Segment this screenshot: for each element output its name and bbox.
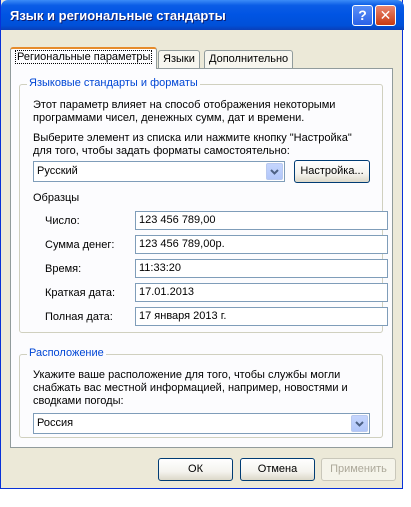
ok-button[interactable]: ОК [158, 458, 233, 481]
sample-value: 123 456 789,00 [135, 211, 388, 230]
customize-button[interactable]: Настройка... [294, 160, 370, 183]
chevron-down-icon[interactable] [351, 415, 368, 432]
sample-label: Время: [45, 263, 82, 275]
window-title: Язык и региональные стандарты [10, 8, 226, 23]
formats-description-line1: Этот параметр влияет на способ отображен… [33, 99, 336, 111]
sample-label: Краткая дата: [45, 287, 116, 299]
formats-instruction-line1: Выберите элемент из списка или нажмите к… [33, 132, 352, 144]
locale-select-value: Русский [37, 165, 78, 177]
cancel-button[interactable]: Отмена [240, 458, 315, 481]
samples-heading: Образцы [33, 192, 80, 204]
location-select[interactable]: Россия [33, 413, 370, 434]
sample-label: Число: [45, 215, 80, 227]
tab-languages[interactable]: Языки [158, 50, 200, 68]
location-select-value: Россия [37, 417, 74, 429]
tab-panel: Языковые стандарты и форматы Этот параме… [10, 68, 393, 448]
sample-label: Полная дата: [45, 311, 113, 323]
help-icon: ? [358, 7, 367, 23]
tab-label: Региональные параметры [15, 50, 153, 64]
tab-label: Дополнительно [209, 53, 289, 65]
tab-regional-options[interactable]: Региональные параметры [10, 47, 158, 69]
chevron-down-icon[interactable] [266, 163, 283, 180]
sample-value: 17 января 2013 г. [135, 307, 388, 326]
close-icon: ✕ [379, 7, 392, 23]
close-button[interactable]: ✕ [375, 5, 396, 26]
location-description-line3: сводками погоды: [33, 395, 124, 407]
title-bar[interactable]: Язык и региональные стандарты ? ✕ [1, 0, 404, 30]
help-button[interactable]: ? [352, 5, 373, 26]
formats-group-legend: Языковые стандарты и форматы [27, 77, 200, 89]
tab-strip: Региональные параметры Языки Дополнитель… [1, 30, 404, 69]
sample-value: 123 456 789,00р. [135, 235, 388, 254]
tab-label: Языки [163, 53, 195, 65]
sample-value: 11:33:20 [135, 259, 388, 278]
sample-value: 17.01.2013 [135, 283, 388, 302]
sample-label: Сумма денег: [45, 239, 115, 251]
apply-button[interactable]: Применить [321, 458, 396, 481]
formats-description-line2: программами чисел, денежных сумм, дат и … [33, 112, 305, 124]
location-description-line2: снабжать вас местной информацией, наприм… [33, 382, 348, 394]
location-group: Расположение Укажите ваше расположение д… [19, 347, 383, 438]
locale-select[interactable]: Русский [33, 161, 285, 182]
formats-group: Языковые стандарты и форматы Этот параме… [19, 77, 388, 333]
regional-settings-dialog: Язык и региональные стандарты ? ✕ Регион… [0, 0, 404, 489]
location-description-line1: Укажите ваше расположение для того, чтоб… [33, 369, 341, 381]
formats-instruction-line2: для того, чтобы задать форматы самостоят… [33, 145, 290, 157]
location-group-legend: Расположение [27, 347, 106, 359]
tab-advanced[interactable]: Дополнительно [204, 50, 294, 68]
